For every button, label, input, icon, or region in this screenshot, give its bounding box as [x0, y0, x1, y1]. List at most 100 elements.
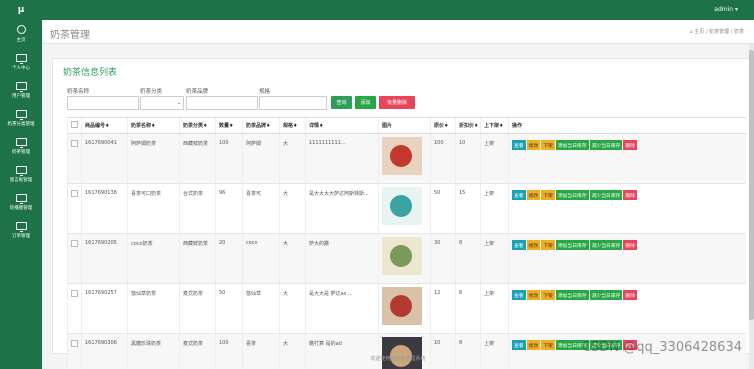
scrollbar-thumb[interactable]: [749, 50, 754, 320]
view-button[interactable]: 查看: [512, 340, 526, 350]
user-menu[interactable]: admin ▾: [714, 6, 738, 13]
row-select-cell[interactable]: [67, 183, 82, 234]
sidebar-item-orders[interactable]: 订单管理: [0, 216, 42, 244]
sidebar-item-categories[interactable]: 奶茶分类管理: [0, 104, 42, 132]
select-all-header[interactable]: [67, 117, 82, 134]
product-thumbnail[interactable]: [382, 137, 422, 175]
column-header[interactable]: 原价♦: [430, 117, 456, 134]
edit-button[interactable]: 修改: [526, 290, 541, 300]
row-select-cell[interactable]: [67, 333, 82, 369]
add-stock-button[interactable]: 添加当日库存: [555, 290, 589, 300]
sidebar-item-users[interactable]: 用户管理: [0, 76, 42, 104]
cell-category: 西藏鲜奶茶: [179, 233, 216, 284]
cell-price: 10: [430, 333, 456, 369]
reduce-stock-button[interactable]: 减少当日库存: [589, 290, 623, 300]
row-select-cell[interactable]: [67, 133, 82, 184]
edit-button[interactable]: 修改: [526, 340, 541, 350]
unlist-button[interactable]: 下架: [541, 240, 555, 250]
column-header[interactable]: 上下架♦: [480, 117, 509, 134]
spec-input[interactable]: [259, 96, 327, 110]
cell-status: 上架: [480, 133, 509, 184]
cell-detail: 是大大大大萨达阿斯特斯...: [305, 183, 379, 234]
cell-id: 1617690306: [81, 333, 128, 369]
search-button[interactable]: 查询: [331, 96, 352, 109]
name-input[interactable]: [67, 96, 139, 110]
column-header[interactable]: 商品编号♦: [81, 117, 128, 134]
sidebar-item-home[interactable]: 主页: [0, 20, 42, 48]
cell-id: 1617690138: [81, 183, 128, 234]
cell-discount: 10: [455, 133, 481, 184]
cell-status: 上架: [480, 283, 509, 334]
add-button[interactable]: 添加: [355, 96, 376, 109]
row-checkbox[interactable]: [71, 190, 78, 197]
cell-detail: 1111111111...: [305, 133, 379, 184]
row-checkbox[interactable]: [71, 140, 78, 147]
app-logo: μ: [17, 5, 25, 15]
row-select-cell[interactable]: [67, 233, 82, 284]
column-header[interactable]: 数量♦: [215, 117, 243, 134]
cell-spec: 大: [279, 183, 306, 234]
breadcrumb[interactable]: ⌂ 主页 / 奶茶管理 / 奶茶: [690, 28, 745, 35]
delete-button[interactable]: 删除: [623, 290, 638, 300]
product-thumbnail[interactable]: [382, 237, 422, 275]
category-select[interactable]: ⌄: [140, 96, 184, 110]
cell-spec: 大: [279, 283, 306, 334]
add-stock-button[interactable]: 添加当日库存: [555, 190, 589, 200]
column-header: 图片: [378, 117, 431, 134]
cell-discount: 8: [455, 333, 481, 369]
cell-discount: 8: [455, 233, 481, 284]
monitor-icon: [15, 81, 27, 92]
unlist-button[interactable]: 下架: [541, 340, 555, 350]
cell-image: [378, 333, 431, 369]
cell-name: 黑糖珍珠奶茶: [127, 333, 180, 369]
add-stock-button[interactable]: 添加当日库存: [555, 140, 589, 150]
edit-button[interactable]: 修改: [526, 190, 541, 200]
view-button[interactable]: 查看: [512, 140, 526, 150]
select-all-checkbox[interactable]: [71, 121, 78, 128]
name-label: 奶茶名称: [67, 89, 90, 95]
reduce-stock-button[interactable]: 减少当日库存: [589, 190, 623, 200]
brand-input[interactable]: [186, 96, 258, 110]
column-header[interactable]: 奶茶分类♦: [179, 117, 216, 134]
spec-label: 规格: [259, 89, 271, 95]
row-checkbox[interactable]: [71, 240, 78, 247]
column-header[interactable]: 奶茶名称♦: [127, 117, 180, 134]
sidebar-item-carousel[interactable]: 轮播图管理: [0, 188, 42, 216]
cell-qty: 20: [215, 233, 243, 284]
add-stock-button[interactable]: 添加当日库存: [555, 240, 589, 250]
sidebar-item-milk-tea[interactable]: 奶茶管理: [0, 132, 42, 160]
batch-delete-button[interactable]: 批量删除: [379, 96, 415, 109]
unlist-button[interactable]: 下架: [541, 290, 555, 300]
product-thumbnail[interactable]: [382, 337, 422, 369]
row-select-cell[interactable]: [67, 283, 82, 334]
cell-status: 上架: [480, 333, 509, 369]
sidebar-item-profile[interactable]: 个人中心: [0, 48, 42, 76]
column-header[interactable]: 奶茶品牌♦: [242, 117, 280, 134]
unlist-button[interactable]: 下架: [541, 140, 555, 150]
view-button[interactable]: 查看: [512, 190, 526, 200]
column-header[interactable]: 详情♦: [305, 117, 379, 134]
product-thumbnail[interactable]: [382, 187, 422, 225]
cell-id: 1617690257: [81, 283, 128, 334]
delete-button[interactable]: 删除: [623, 190, 638, 200]
cell-price: 12: [430, 283, 456, 334]
view-button[interactable]: 查看: [512, 240, 526, 250]
sidebar-item-messages[interactable]: 留言板管理: [0, 160, 42, 188]
row-checkbox[interactable]: [71, 340, 78, 347]
unlist-button[interactable]: 下架: [541, 190, 555, 200]
main-content: 奶茶管理 ⌂ 主页 / 奶茶管理 / 奶茶 奶茶信息列表 奶茶名称 奶茶分类 ⌄…: [42, 20, 754, 369]
edit-button[interactable]: 修改: [526, 240, 541, 250]
reduce-stock-button[interactable]: 减少当日库存: [589, 240, 623, 250]
reduce-stock-button[interactable]: 减少当日库存: [589, 140, 623, 150]
delete-button[interactable]: 删除: [623, 140, 638, 150]
column-header[interactable]: 规格♦: [279, 117, 306, 134]
edit-button[interactable]: 修改: [526, 140, 541, 150]
sidebar-item-label: 留言板管理: [9, 177, 33, 183]
view-button[interactable]: 查看: [512, 290, 526, 300]
row-checkbox[interactable]: [71, 290, 78, 297]
product-thumbnail[interactable]: [382, 287, 422, 325]
delete-button[interactable]: 删除: [623, 240, 638, 250]
monitor-icon: [15, 109, 27, 120]
column-header[interactable]: 折扣价♦: [455, 117, 481, 134]
cell-status: 上架: [480, 233, 509, 284]
